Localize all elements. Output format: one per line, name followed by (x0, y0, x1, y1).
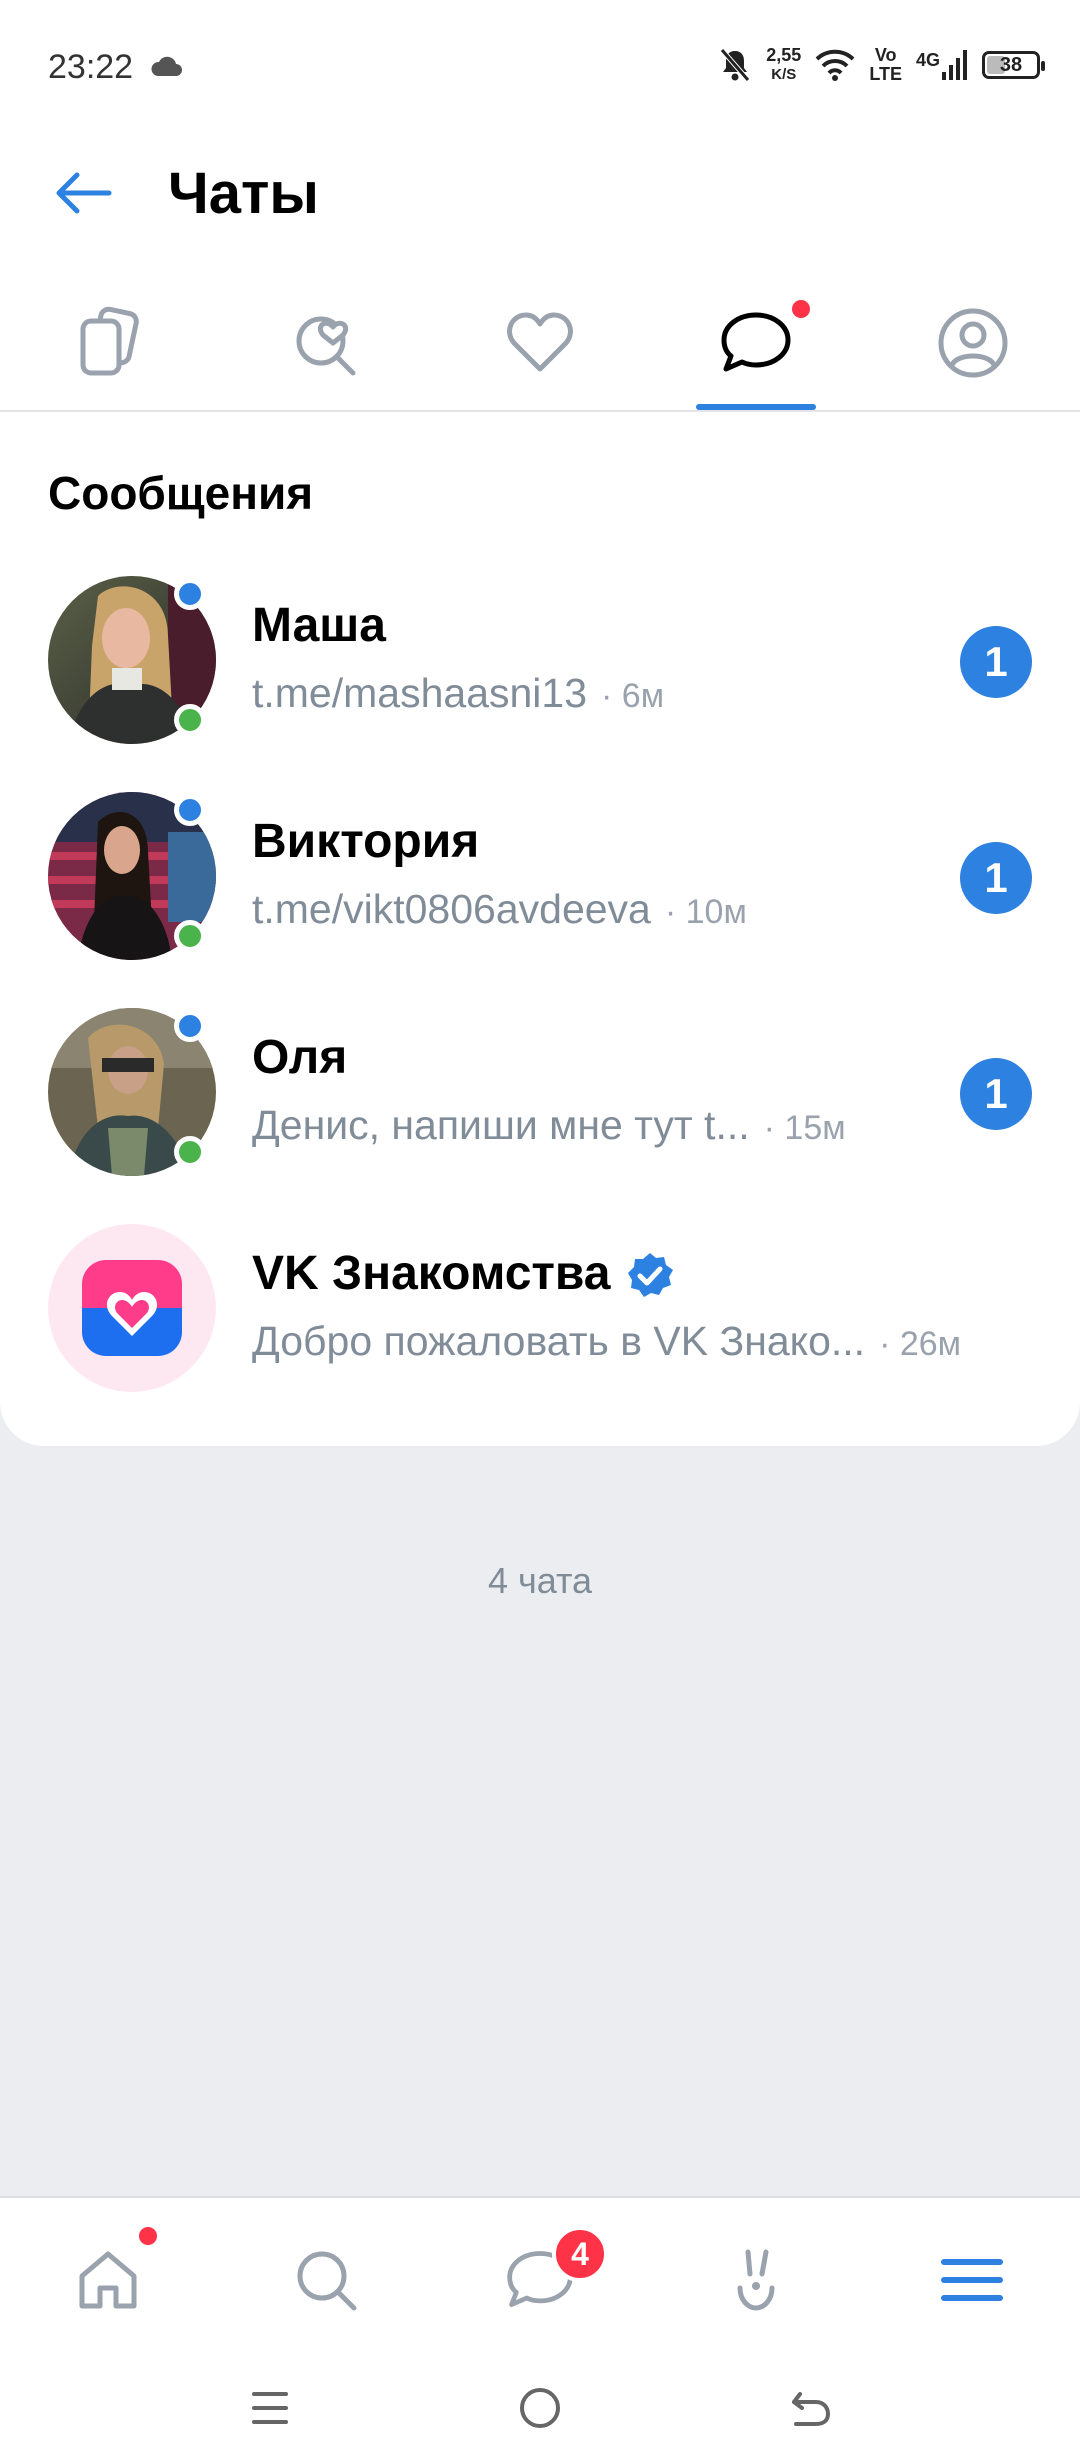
section-title: Сообщения (48, 467, 314, 519)
chat-preview: Денис, напиши мне тут t... · 15м (252, 1102, 846, 1149)
message-time: · 6м (601, 677, 665, 715)
chat-row[interactable]: Виктория t.me/vikt0806avdeeva · 10м 1 (0, 792, 1080, 992)
chat-bubble-icon (721, 312, 791, 372)
vk-dating-logo (48, 1224, 216, 1392)
circle-home-icon (520, 2388, 560, 2428)
menu-icon (941, 2259, 1003, 2301)
chat-name: Виктория (252, 815, 480, 868)
volte-bottom: LTE (869, 64, 902, 84)
signal-icon (942, 50, 967, 80)
system-back-button[interactable] (770, 2368, 850, 2448)
message-preview: Денис, напиши мне тут t... (252, 1102, 750, 1148)
nav-menu[interactable] (922, 2230, 1022, 2330)
chat-preview: Добро пожаловать в VK Знако... · 26м (252, 1318, 961, 1365)
status-dot (174, 578, 206, 610)
message-time: · 26м (879, 1325, 962, 1363)
chat-name: VK Знакомства (252, 1246, 675, 1301)
message-preview: Добро пожаловать в VK Знако... (252, 1318, 866, 1364)
bottom-nav: 4 (0, 2196, 1080, 2462)
battery-level: 38 (999, 53, 1023, 76)
time-value: 6м (621, 677, 665, 715)
search-icon (297, 2251, 357, 2311)
tab-bar (0, 280, 1080, 412)
network-speed: 2,55 K/S (766, 46, 801, 84)
message-preview: t.me/vikt0806avdeeva (252, 886, 651, 932)
chat-name-text: VK Знакомства (252, 1247, 611, 1300)
unread-badge: 1 (960, 842, 1032, 914)
chat-name: Оля (252, 1031, 348, 1084)
online-indicator (174, 1136, 206, 1168)
chat-row[interactable]: Оля Денис, напиши мне тут t... · 15м 1 (0, 1008, 1080, 1208)
system-recents-button[interactable] (230, 2368, 310, 2448)
heart-icon (507, 312, 573, 372)
online-indicator (174, 920, 206, 952)
status-dot (174, 794, 206, 826)
home-notification-dot (136, 2224, 160, 2248)
bunny-icon (737, 2249, 775, 2311)
message-time: · 10м (664, 893, 747, 931)
wifi-icon (815, 49, 855, 81)
volte-indicator: Vo LTE (869, 46, 902, 84)
volte-top: Vo (874, 45, 897, 65)
time-value: 15м (784, 1109, 846, 1147)
signal-indicator: 4G (916, 50, 968, 80)
messages-tab-dot (792, 300, 810, 318)
chat-name: Маша (252, 599, 386, 652)
status-time: 23:22 (48, 48, 134, 86)
network-type: 4G (915, 50, 940, 70)
unread-badge: 1 (960, 1058, 1032, 1130)
tab-profile[interactable] (918, 298, 1028, 388)
tab-cards[interactable] (54, 298, 164, 388)
bell-off-icon (720, 48, 751, 82)
speed-value: 2,55 (766, 45, 802, 65)
battery-icon: 38 (982, 51, 1045, 79)
recents-icon (252, 2392, 288, 2424)
time-value: 26м (899, 1325, 962, 1363)
online-indicator (174, 704, 206, 736)
profile-icon (938, 308, 1008, 378)
tab-search[interactable] (272, 298, 382, 388)
back-button[interactable] (48, 158, 118, 228)
unread-badge: 1 (960, 626, 1032, 698)
arrow-left-icon (56, 172, 112, 214)
cloud-icon (151, 56, 182, 76)
message-time: · 15м (763, 1109, 846, 1147)
search-heart-icon (296, 316, 356, 376)
messages-badge: 4 (552, 2226, 608, 2282)
system-home-button[interactable] (500, 2368, 580, 2448)
status-bar: 23:22 2,55 K/S Vo LTE 4G 38 (0, 0, 1080, 130)
message-preview: t.me/mashaasni13 (252, 670, 588, 716)
chats-count: 4 чата (487, 1560, 593, 1601)
cards-icon (80, 306, 139, 376)
nav-search[interactable] (276, 2230, 376, 2330)
verified-icon (627, 1253, 673, 1298)
home-icon (79, 2251, 137, 2309)
back-arrow-icon (792, 2392, 831, 2426)
speed-unit: K/S (771, 66, 797, 83)
chat-preview: t.me/mashaasni13 · 6м (252, 670, 664, 717)
active-tab-indicator (696, 404, 816, 410)
chat-preview: t.me/vikt0806avdeeva · 10м (252, 886, 747, 933)
page-title: Чаты (168, 161, 319, 226)
chat-row[interactable]: VK Знакомства Добро пожаловать в VK Знак… (0, 1224, 1080, 1424)
time-value: 10м (685, 893, 747, 931)
status-dot (174, 1010, 206, 1042)
nav-clips[interactable] (706, 2230, 806, 2330)
chat-row[interactable]: Маша t.me/mashaasni13 · 6м 1 (0, 576, 1080, 776)
tab-likes[interactable] (485, 298, 595, 388)
